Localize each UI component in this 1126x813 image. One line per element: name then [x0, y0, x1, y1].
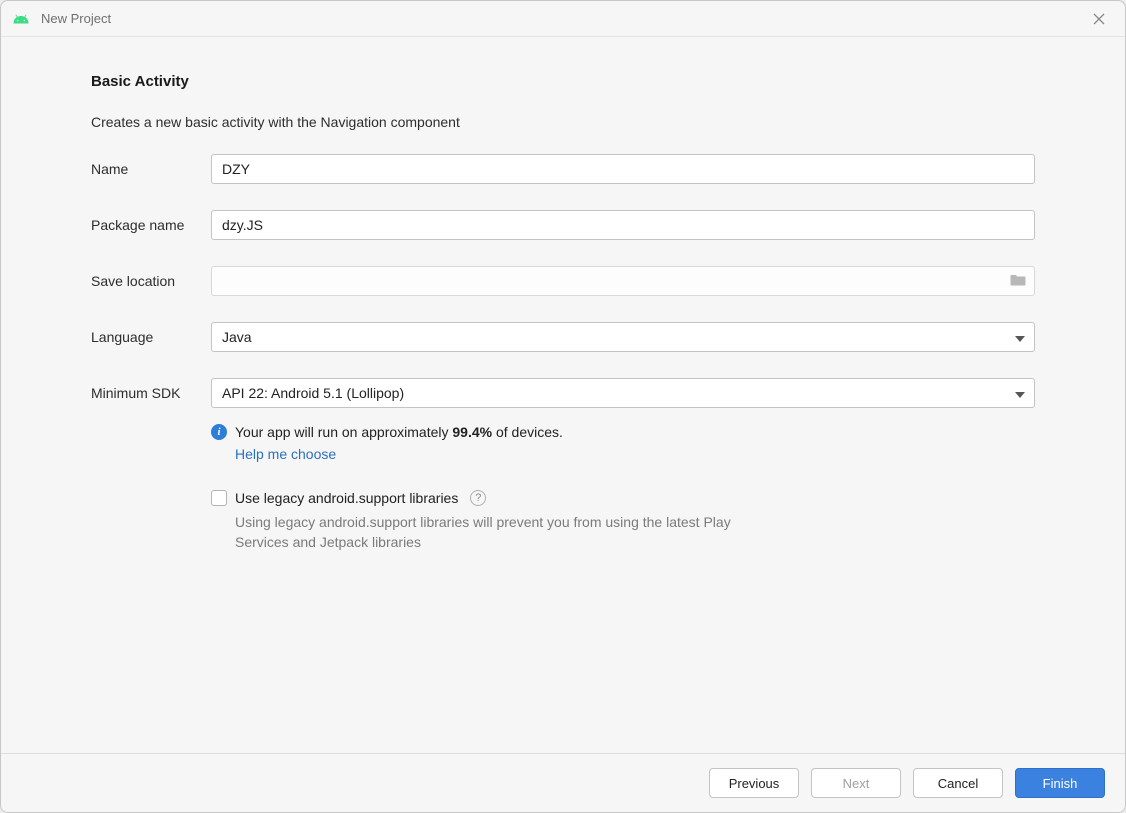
name-input[interactable] [211, 154, 1035, 184]
row-min-sdk: Minimum SDK [91, 378, 1035, 408]
legacy-checkbox-label[interactable]: Use legacy android.support libraries [235, 490, 458, 506]
row-package: Package name [91, 210, 1035, 240]
save-location-input[interactable] [211, 266, 1035, 296]
close-icon[interactable] [1083, 3, 1115, 35]
legacy-note: Using legacy android.support libraries w… [235, 512, 755, 553]
row-language: Language [91, 322, 1035, 352]
page-heading: Basic Activity [91, 73, 1035, 90]
next-button: Next [811, 768, 901, 798]
device-coverage-info: i Your app will run on approximately 99.… [211, 424, 1035, 462]
coverage-text-after: of devices. [492, 424, 563, 440]
android-icon [11, 9, 31, 29]
help-icon[interactable]: ? [470, 490, 486, 506]
coverage-text-before: Your app will run on approximately [235, 424, 452, 440]
dialog-window: New Project Basic Activity Creates a new… [0, 0, 1126, 813]
save-location-label: Save location [91, 273, 211, 289]
footer-bar: Previous Next Cancel Finish [1, 753, 1125, 812]
package-input[interactable] [211, 210, 1035, 240]
legacy-checkbox[interactable] [211, 490, 227, 506]
finish-button[interactable]: Finish [1015, 768, 1105, 798]
language-label: Language [91, 329, 211, 345]
row-save-location: Save location [91, 266, 1035, 296]
window-title: New Project [41, 11, 111, 26]
min-sdk-label: Minimum SDK [91, 385, 211, 401]
min-sdk-select[interactable] [211, 378, 1035, 408]
content-area: Basic Activity Creates a new basic activ… [1, 37, 1125, 753]
titlebar: New Project [1, 1, 1125, 37]
folder-icon[interactable] [1009, 272, 1027, 290]
help-me-choose-link[interactable]: Help me choose [235, 446, 1035, 462]
package-label: Package name [91, 217, 211, 233]
previous-button[interactable]: Previous [709, 768, 799, 798]
cancel-button[interactable]: Cancel [913, 768, 1003, 798]
language-select[interactable] [211, 322, 1035, 352]
name-label: Name [91, 161, 211, 177]
row-name: Name [91, 154, 1035, 184]
coverage-percent: 99.4% [452, 424, 492, 440]
info-icon: i [211, 424, 227, 440]
page-description: Creates a new basic activity with the Na… [91, 114, 1035, 130]
legacy-support-block: Use legacy android.support libraries ? U… [211, 490, 1035, 553]
